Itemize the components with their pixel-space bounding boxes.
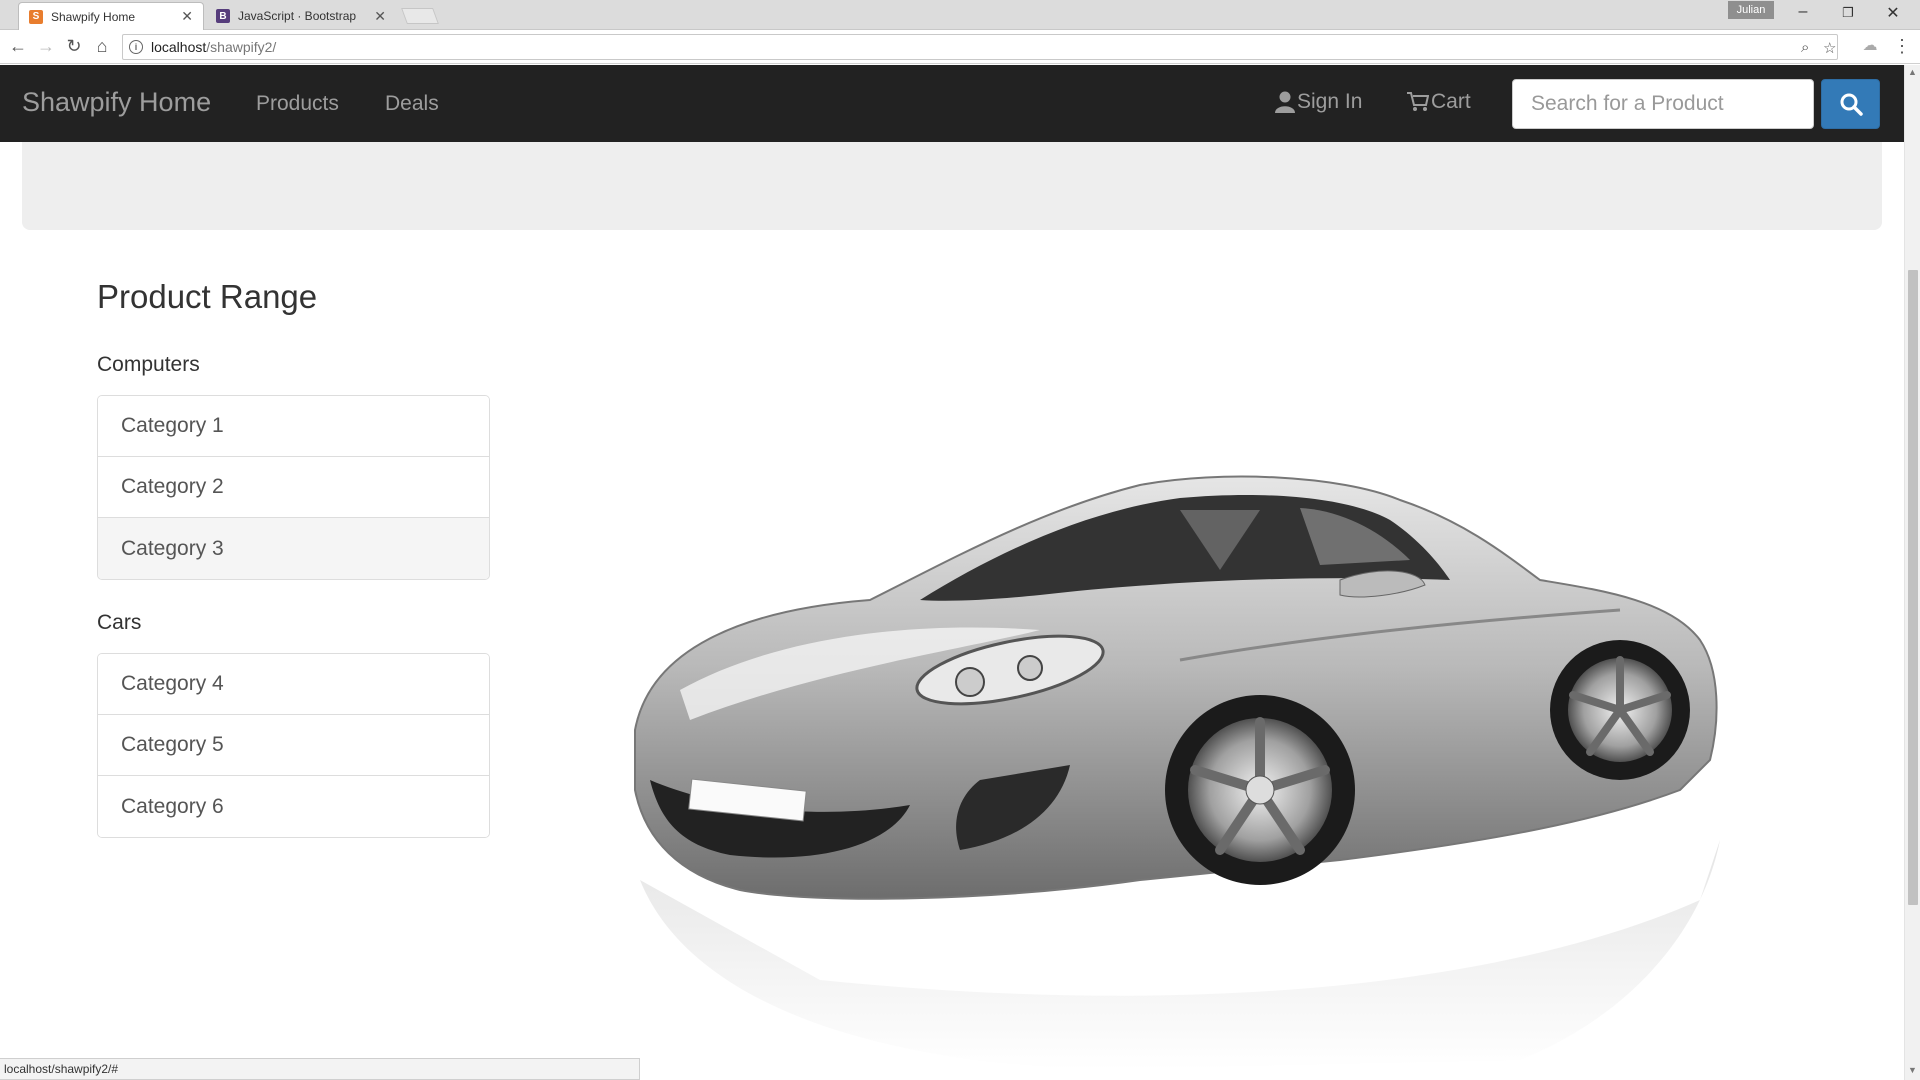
group-title-cars: Cars [97,611,142,634]
browser-tab-shawpify[interactable]: S Shawpify Home ✕ [18,2,204,30]
home-icon[interactable]: ⌂ [90,36,114,57]
browser-toolbar: ← → ↻ ⌂ i localhost/shawpify2/ ⌕ ☆ ☁ ⋮ [0,30,1920,64]
list-item[interactable]: Category 3 [98,518,489,579]
cart-icon [1407,92,1429,111]
list-item[interactable]: Category 2 [98,457,489,518]
list-item[interactable]: Category 4 [98,654,489,715]
site-navbar: Shawpify Home Products Deals Sign In Car… [0,65,1904,142]
scroll-up-icon[interactable]: ▲ [1908,67,1917,77]
sign-in-label: Sign In [1297,90,1363,113]
close-tab-icon[interactable]: ✕ [374,8,386,25]
menu-dots-icon[interactable]: ⋮ [1890,36,1914,57]
restore-icon[interactable]: ❐ [1833,5,1863,21]
list-item[interactable]: Category 1 [98,396,489,457]
reload-icon[interactable]: ↻ [62,36,86,57]
url-text: localhost/shawpify2/ [151,39,277,55]
sign-in-link[interactable]: Sign In [1275,90,1362,114]
cart-link[interactable]: Cart [1407,90,1471,114]
scroll-down-icon[interactable]: ▼ [1908,1065,1917,1075]
browser-tab-bootstrap[interactable]: B JavaScript · Bootstrap ✕ [206,2,396,30]
zoom-icon[interactable]: ⌕ [1801,39,1809,56]
new-tab-button[interactable] [401,8,439,24]
forward-icon[interactable]: → [34,36,58,57]
cart-label: Cart [1431,90,1471,113]
site-info-icon[interactable]: i [129,40,143,54]
bookmark-star-icon[interactable]: ☆ [1823,39,1836,57]
tab-title: JavaScript · Bootstrap [238,9,357,23]
minimize-icon[interactable]: – [1788,3,1818,21]
car-image [620,460,1730,1080]
html5-favicon-icon: S [29,9,43,24]
bootstrap-favicon-icon: B [216,9,230,23]
category-list-computers: Category 1 Category 2 Category 3 [97,395,490,580]
category-list-cars: Category 4 Category 5 Category 6 [97,653,490,838]
nav-deals-link[interactable]: Deals [385,92,439,116]
brand-link[interactable]: Shawpify Home [22,87,211,118]
vertical-scrollbar[interactable]: ▲ ▼ [1904,65,1920,1080]
user-icon [1275,91,1295,113]
status-bar: localhost/shawpify2/# [0,1058,640,1080]
jumbotron [22,142,1882,230]
profile-badge[interactable]: Julian [1728,1,1774,19]
scrollbar-thumb[interactable] [1908,270,1918,905]
back-icon[interactable]: ← [6,36,30,57]
close-window-icon[interactable]: ✕ [1878,3,1908,23]
page-title: Product Range [97,278,318,315]
list-item[interactable]: Category 6 [98,776,489,837]
nav-products-link[interactable]: Products [256,92,339,116]
extension-icon[interactable]: ☁ [1858,36,1882,54]
tab-title: Shawpify Home [51,9,136,24]
address-bar[interactable]: i localhost/shawpify2/ ⌕ ☆ [122,34,1838,60]
search-icon [1840,93,1863,116]
close-tab-icon[interactable]: ✕ [181,8,193,25]
browser-tab-strip: S Shawpify Home ✕ B JavaScript · Bootstr… [0,0,1920,30]
search-input[interactable] [1512,79,1814,129]
list-item[interactable]: Category 5 [98,715,489,776]
group-title-computers: Computers [97,353,200,376]
search-button[interactable] [1821,79,1880,129]
